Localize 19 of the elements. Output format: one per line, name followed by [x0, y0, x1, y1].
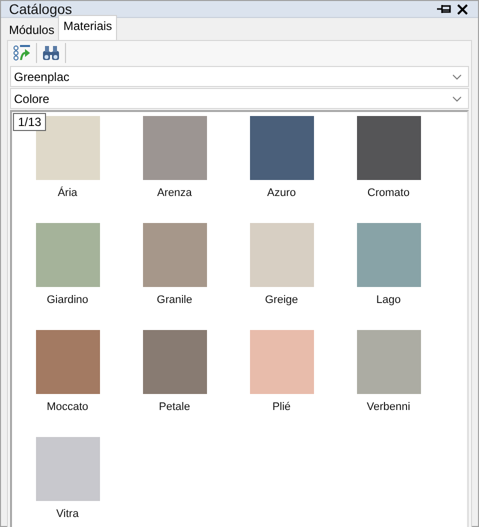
swatch-label: Azuro [267, 187, 296, 199]
swatch-label: Moccato [46, 401, 88, 413]
swatch-label: Lago [376, 294, 401, 306]
swatch-label: Giardino [46, 294, 88, 306]
swatch-label: Arenza [157, 187, 192, 199]
swatch-label: Verbenni [366, 401, 410, 413]
page-indicator: 1/13 [13, 113, 46, 131]
swatch-label: Ária [58, 187, 78, 199]
swatch-label: Granile [156, 294, 192, 306]
swatch-label: Petale [158, 401, 190, 413]
dropdown[interactable]: Greenplac [10, 66, 469, 87]
tab[interactable]: Materiais [58, 15, 118, 40]
swatch-label: Greige [264, 294, 298, 306]
swatch-label: Cromato [367, 187, 410, 199]
window-title: Catálogos [9, 1, 74, 17]
swatch-label: Vitra [56, 508, 79, 520]
dropdown[interactable]: Colore [10, 88, 469, 109]
swatch-label: Plié [272, 401, 291, 413]
tab[interactable]: Módulos [5, 20, 58, 40]
